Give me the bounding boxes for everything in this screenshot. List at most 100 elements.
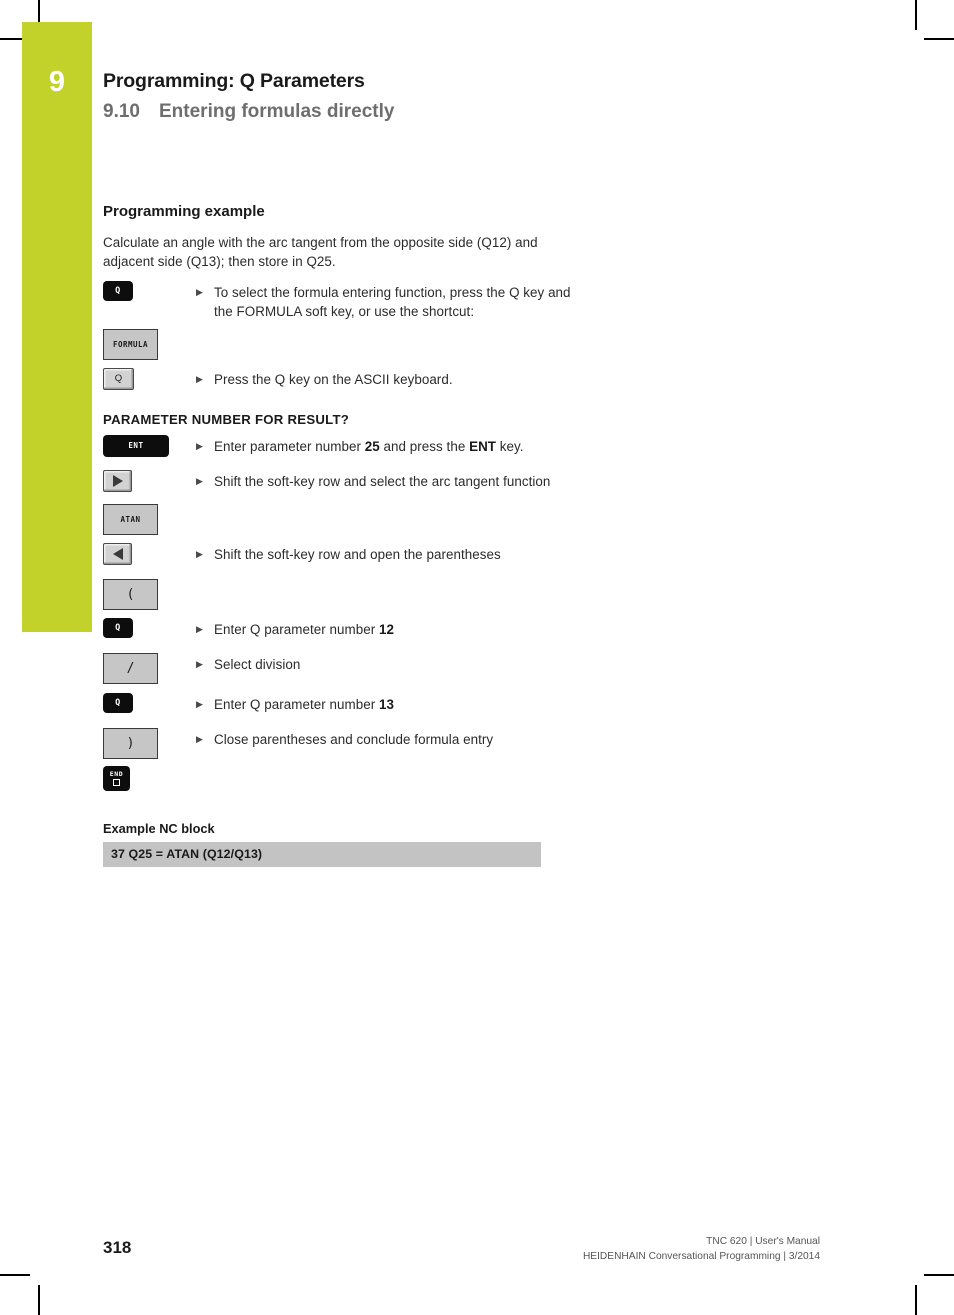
step-text-slot [196, 504, 583, 506]
key-atan-softkey[interactable]: ATAN [103, 504, 158, 536]
chapter-tab: 9 [22, 22, 92, 632]
step-text-part: Enter Q parameter number [214, 622, 379, 638]
crop-mark-bottom-right-horizontal [924, 1274, 954, 1276]
step-text-part: Enter parameter number [214, 439, 365, 455]
key-slot: ( [103, 579, 196, 611]
subheading-programming-example: Programming example [103, 203, 265, 220]
bullet-triangle-icon: ▶ [196, 659, 203, 670]
key-q-ascii[interactable]: Q [103, 368, 134, 391]
step-text-slot: ▶ Close parentheses and conclude formula… [196, 728, 583, 749]
step-row: ENT ▶ Enter parameter number 25 and pres… [103, 435, 583, 458]
triangle-right-icon [112, 475, 123, 488]
key-slot: Q [103, 693, 196, 714]
key-slot: / [103, 653, 196, 685]
section-title: 9.10 Entering formulas directly [103, 101, 803, 123]
footer-line-publication: HEIDENHAIN Conversational Programming | … [582, 1251, 820, 1263]
step-text: Shift the soft-key row and select the ar… [214, 474, 551, 490]
section-title-label: Entering formulas directly [159, 101, 395, 123]
step-row: Q ▶ Press the Q key on the ASCII keyboar… [103, 368, 583, 391]
crop-mark-bottom-left-horizontal [0, 1274, 30, 1276]
step-text: Enter Q parameter number 12 [214, 620, 394, 639]
steps-group-1: Q ▶ To select the formula entering funct… [103, 281, 583, 391]
crop-mark-bottom-right-vertical [915, 1285, 917, 1315]
crop-mark-top-right-vertical [915, 0, 917, 30]
nc-block-section: Example NC block 37 Q25 = ATAN (Q12/Q13) [103, 821, 583, 868]
key-slot: ATAN [103, 504, 196, 536]
bullet-triangle-icon: ▶ [196, 476, 203, 487]
key-parenthesis-close-softkey[interactable]: ) [103, 728, 158, 760]
bullet-triangle-icon: ▶ [196, 734, 203, 745]
step-text: Select division [214, 657, 301, 673]
step-text-slot: ▶ Shift the soft-key row and select the … [196, 470, 583, 491]
key-end[interactable]: END [103, 766, 130, 792]
bullet-triangle-icon: ▶ [196, 699, 203, 710]
key-slot [103, 470, 196, 493]
step-text-slot: ▶ Enter Q parameter number 12 [196, 618, 583, 639]
step-text: To select the formula entering function,… [214, 285, 571, 320]
step-text-slot: ▶ Enter parameter number 25 and press th… [196, 435, 583, 456]
bullet-triangle-icon: ▶ [196, 549, 203, 560]
step-text-bold: 25 [364, 439, 380, 455]
step-text-part: and press the [379, 439, 470, 455]
step-row: ) ▶ Close parentheses and conclude formu… [103, 728, 583, 760]
page-number: 318 [103, 1238, 132, 1257]
crop-mark-bottom-left-vertical [38, 1285, 40, 1315]
key-slot: ENT [103, 435, 196, 458]
key-divide-softkey[interactable]: / [103, 653, 158, 685]
key-q-hard[interactable]: Q [103, 281, 133, 302]
steps-group-2: ENT ▶ Enter parameter number 25 and pres… [103, 435, 583, 792]
step-row: ▶ Shift the soft-key row and open the pa… [103, 543, 583, 566]
footer-line-product: TNC 620 | User's Manual [706, 1236, 820, 1247]
step-text-slot: ▶ To select the formula entering functio… [196, 281, 583, 321]
step-row: ATAN [103, 504, 583, 536]
nc-block-code: 37 Q25 = ATAN (Q12/Q13) [103, 842, 541, 868]
step-text: Enter parameter number 25 and press the … [214, 437, 524, 456]
chapter-number: 9 [48, 66, 66, 98]
step-row: Q ▶ Enter Q parameter number 13 [103, 693, 583, 715]
page-header: Programming: Q Parameters 9.10 Entering … [103, 70, 803, 123]
key-q-hard[interactable]: Q [103, 693, 133, 714]
crop-mark-top-right-horizontal [924, 38, 954, 40]
key-slot: Q [103, 281, 196, 302]
nc-block-heading: Example NC block [103, 821, 215, 837]
square-outline-icon [113, 779, 120, 787]
key-parenthesis-open-softkey[interactable]: ( [103, 579, 158, 611]
step-text: Press the Q key on the ASCII keyboard. [214, 372, 453, 388]
step-text-slot [196, 329, 583, 331]
step-text-bold: 13 [378, 697, 394, 713]
key-slot [103, 543, 196, 566]
step-text-part: Enter Q parameter number [214, 697, 379, 713]
bullet-triangle-icon: ▶ [196, 374, 203, 385]
step-text-slot: ▶ Press the Q key on the ASCII keyboard. [196, 368, 583, 389]
key-formula-softkey[interactable]: FORMULA [103, 329, 158, 361]
step-row: Q ▶ To select the formula entering funct… [103, 281, 583, 321]
main-content: Programming example Calculate an angle w… [103, 203, 583, 868]
step-row: / ▶ Select division [103, 653, 583, 685]
key-softkey-shift-left[interactable] [103, 543, 132, 566]
chapter-title: Programming: Q Parameters [103, 70, 365, 92]
step-text-slot: ▶ Select division [196, 653, 583, 674]
step-row: ( [103, 579, 583, 611]
triangle-left-icon [112, 548, 123, 561]
step-text-bold: ENT [469, 439, 497, 455]
key-q-hard[interactable]: Q [103, 618, 133, 639]
step-text-slot: ▶ Enter Q parameter number 13 [196, 693, 583, 714]
step-row: FORMULA [103, 329, 583, 361]
intro-paragraph: Calculate an angle with the arc tangent … [103, 235, 538, 270]
key-end-label: END [109, 769, 124, 778]
step-text: Enter Q parameter number 13 [214, 695, 394, 714]
key-ent[interactable]: ENT [103, 435, 169, 458]
key-slot: ) [103, 728, 196, 760]
key-slot: FORMULA [103, 329, 196, 361]
footer-meta: TNC 620 | User's Manual HEIDENHAIN Conve… [583, 1234, 820, 1265]
step-text-slot: ▶ Shift the soft-key row and open the pa… [196, 543, 583, 564]
step-row: ▶ Shift the soft-key row and select the … [103, 470, 583, 493]
step-text: Close parentheses and conclude formula e… [214, 732, 494, 748]
step-text: Shift the soft-key row and open the pare… [214, 547, 501, 563]
step-text-part: key. [496, 439, 524, 455]
step-row: Q ▶ Enter Q parameter number 12 [103, 618, 583, 640]
key-softkey-shift-right[interactable] [103, 470, 132, 493]
bullet-triangle-icon: ▶ [196, 624, 203, 635]
key-slot: Q [103, 618, 196, 639]
bullet-triangle-icon: ▶ [196, 287, 203, 298]
